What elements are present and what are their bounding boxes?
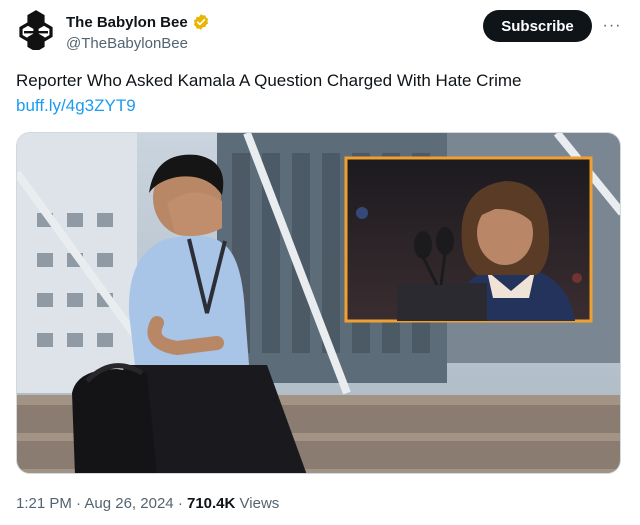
bee-logo-icon[interactable] xyxy=(16,10,56,50)
views-label: Views xyxy=(239,495,280,512)
tweet-date[interactable]: Aug 26, 2024 xyxy=(84,495,173,512)
account-handle[interactable]: @TheBabylonBee xyxy=(66,35,210,52)
tweet-text: Reporter Who Asked Kamala A Question Cha… xyxy=(16,71,522,90)
meta-separator: · xyxy=(177,495,183,512)
inset-image xyxy=(344,156,593,323)
verified-badge-icon xyxy=(193,14,208,30)
tweet-header: The Babylon Bee @TheBabylonBee Subscribe… xyxy=(16,10,624,54)
tweet-link[interactable]: buff.ly/4g3ZYT9 xyxy=(16,95,136,117)
media-illustration xyxy=(17,133,620,473)
views-count[interactable]: 710.4K xyxy=(187,495,235,512)
subscribe-button[interactable]: Subscribe xyxy=(483,10,592,42)
tweet-meta: 1:21 PM · Aug 26, 2024 · 710.4K Views xyxy=(16,495,279,512)
account-names: The Babylon Bee @TheBabylonBee xyxy=(66,12,210,52)
tweet-media-image[interactable] xyxy=(16,132,621,474)
display-name[interactable]: The Babylon Bee xyxy=(66,14,188,31)
tweet-time[interactable]: 1:21 PM xyxy=(16,495,72,512)
meta-separator: · xyxy=(76,495,82,512)
more-options-icon[interactable]: ··· xyxy=(600,14,624,38)
